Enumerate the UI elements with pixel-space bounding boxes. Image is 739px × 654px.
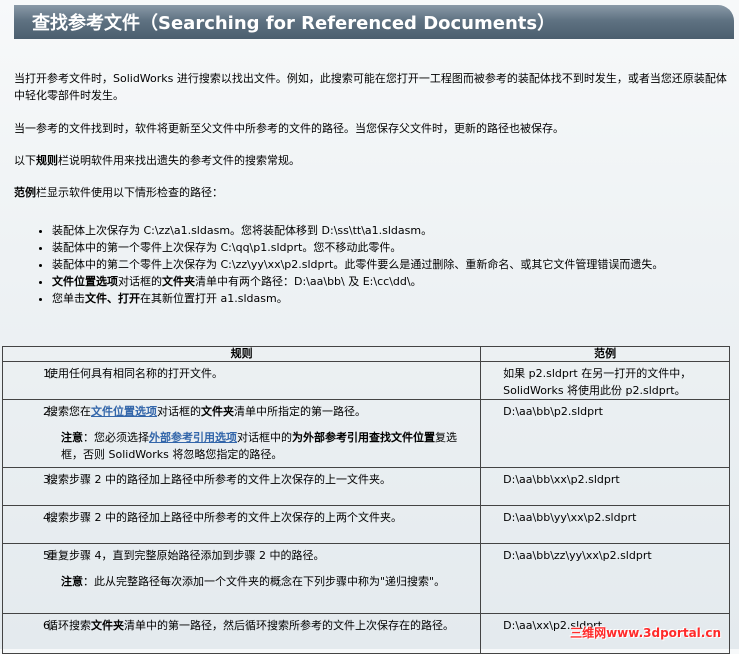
step-number: 1. [43, 367, 54, 380]
bold-text: 文件、打开 [85, 292, 140, 305]
column-header-rule: 规则 [1, 346, 482, 362]
bold-text: 文件夹 [162, 275, 195, 288]
step-number: 2. [43, 405, 54, 418]
note-label: 注意 [61, 431, 83, 444]
text: 栏显示软件使用以下情形检查的路径： [36, 186, 223, 199]
rule-cell: 1.使用任何具有相同名称的打开文件。 [1, 361, 482, 400]
note-text: ：您必须选择 [83, 431, 149, 444]
note: 注意：您必须选择外部参考引用选项对话框中的为外部参考引用查找文件位置复选框，否则… [5, 429, 474, 463]
rule-text: 循环搜索 [47, 619, 91, 632]
table-row: 2.搜索您在文件位置选项对话框的文件夹清单中所指定的第一路径。 注意：您必须选择… [1, 399, 730, 468]
rule-text: 搜索步骤 2 中的路径加上路径中所参考的文件上次保存的上两个文件夹。 [47, 511, 402, 524]
bold-text: 为外部参考引用查找文件位置 [292, 431, 435, 444]
bold-text: 文件夹 [201, 405, 234, 418]
rule-cell: 3.搜索步骤 2 中的路径加上路径中所参考的文件上次保存的上一文件夹。 [1, 467, 482, 506]
bold-text: 范例 [14, 186, 36, 199]
table-header-row: 规则 范例 [1, 346, 730, 362]
text: 以下 [14, 154, 36, 167]
rule-text: 清单中所指定的第一路径。 [234, 405, 366, 418]
update-paragraph: 当一参考的文件找到时，软件将更新至父文件中所参考的文件的路径。当您保存父文件时，… [14, 122, 564, 135]
text: 您单击 [52, 292, 85, 305]
note: 注意：此从完整路径每次添加一个文件夹的概念在下列步骤中称为"递归搜索"。 [5, 573, 474, 590]
note-label: 注意 [61, 575, 83, 588]
rule-text: 使用任何具有相同名称的打开文件。 [47, 367, 223, 380]
rule-text: 对话框的 [157, 405, 201, 418]
example-cell: D:\aa\bb\xx\p2.sldprt [480, 467, 730, 506]
bold-text: 文件位置选项 [52, 275, 118, 288]
bold-text: 文件夹 [91, 619, 124, 632]
rule-cell: 6.循环搜索文件夹清单中的第一路径，然后循环搜索所参考的文件上次保存在的路径。 [1, 613, 482, 654]
rule-text: 搜索您在 [47, 405, 91, 418]
rules-table: 规则 范例 1.使用任何具有相同名称的打开文件。 如果 p2.sldprt 在另… [1, 346, 730, 654]
text: 对话框的 [118, 275, 162, 288]
page-title: 查找参考文件（Searching for Referenced Document… [14, 5, 734, 39]
column-header-example: 范例 [480, 346, 730, 362]
list-item: 装配体上次保存为 C:\zz\a1.sldasm。您将装配体移到 D:\ss\t… [52, 222, 739, 239]
step-number: 5. [43, 549, 54, 562]
table-row: 3.搜索步骤 2 中的路径加上路径中所参考的文件上次保存的上一文件夹。 D:\a… [1, 467, 730, 506]
examples-paragraph: 范例栏显示软件使用以下情形检查的路径： [14, 184, 223, 201]
rule-cell: 4.搜索步骤 2 中的路径加上路径中所参考的文件上次保存的上两个文件夹。 [1, 505, 482, 544]
list-item: 装配体中的第一个零件上次保存为 C:\qq\p1.sldprt。您不移动此零件。 [52, 239, 739, 256]
rule-cell: 2.搜索您在文件位置选项对话框的文件夹清单中所指定的第一路径。 注意：您必须选择… [1, 399, 482, 468]
example-cell: D:\aa\bb\p2.sldprt [480, 399, 730, 468]
list-item: 文件位置选项对话框的文件夹清单中有两个路径：D:\aa\bb\ 及 E:\cc\… [52, 273, 739, 290]
example-cell: D:\aa\bb\zz\yy\xx\p2.sldprt [480, 543, 730, 614]
example-cell: 如果 p2.sldprt 在另一打开的文件中，SolidWorks 将使用此份 … [480, 361, 730, 400]
step-number: 3. [43, 473, 54, 486]
scenario-list: 装配体上次保存为 C:\zz\a1.sldasm。您将装配体移到 D:\ss\t… [14, 222, 739, 307]
table-row: 1.使用任何具有相同名称的打开文件。 如果 p2.sldprt 在另一打开的文件… [1, 361, 730, 400]
step-number: 4. [43, 511, 54, 524]
list-item: 您单击文件、打开在其新位置打开 a1.sldasm。 [52, 290, 739, 307]
text: 清单中有两个路径：D:\aa\bb\ 及 E:\cc\dd\。 [195, 275, 422, 288]
rules-paragraph: 以下规则栏说明软件用来找出遗失的参考文件的搜索常规。 [14, 152, 300, 169]
external-references-link[interactable]: 外部参考引用选项 [149, 431, 237, 444]
bold-text: 规则 [36, 154, 58, 167]
rule-text: 搜索步骤 2 中的路径加上路径中所参考的文件上次保存的上一文件夹。 [47, 473, 391, 486]
rule-text: 重复步骤 4，直到完整原始路径添加到步骤 2 中的路径。 [47, 549, 325, 562]
step-number: 6. [43, 619, 54, 632]
intro-paragraph: 当打开参考文件时，SolidWorks 进行搜索以找出文件。例如，此搜索可能在您… [14, 72, 727, 102]
text: 在其新位置打开 a1.sldasm。 [140, 292, 288, 305]
list-item: 装配体中的第二个零件上次保存为 C:\zz\yy\xx\p2.sldprt。此零… [52, 256, 739, 273]
note-text: ：此从完整路径每次添加一个文件夹的概念在下列步骤中称为"递归搜索"。 [83, 575, 446, 588]
watermark: 三维网www.3dportal.cn [570, 626, 721, 640]
file-locations-link[interactable]: 文件位置选项 [91, 405, 157, 418]
note-text: 对话框中的 [237, 431, 292, 444]
table-row: 5.重复步骤 4，直到完整原始路径添加到步骤 2 中的路径。 注意：此从完整路径… [1, 543, 730, 614]
rule-text: 清单中的第一路径，然后循环搜索所参考的文件上次保存在的路径。 [124, 619, 454, 632]
example-cell: D:\aa\bb\yy\xx\p2.sldprt [480, 505, 730, 544]
table-row: 4.搜索步骤 2 中的路径加上路径中所参考的文件上次保存的上两个文件夹。 D:\… [1, 505, 730, 544]
text: 栏说明软件用来找出遗失的参考文件的搜索常规。 [58, 154, 300, 167]
rule-cell: 5.重复步骤 4，直到完整原始路径添加到步骤 2 中的路径。 注意：此从完整路径… [1, 543, 482, 614]
